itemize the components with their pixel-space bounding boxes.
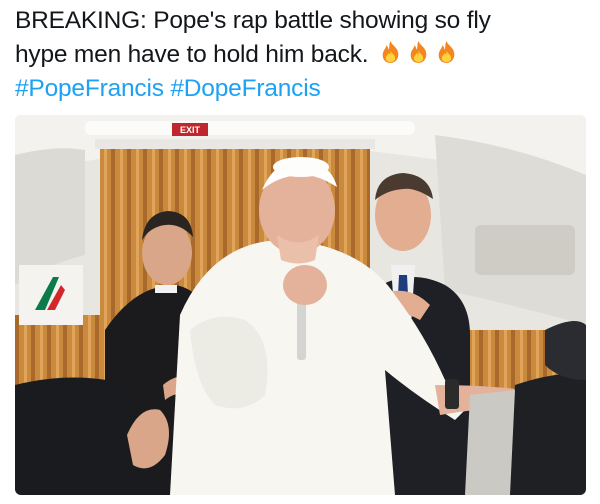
seat-right	[505, 373, 586, 495]
ceiling-light	[85, 121, 415, 135]
fire-icon	[438, 41, 455, 63]
fire-icon	[382, 41, 399, 63]
photo-scene: EXIT	[15, 115, 586, 495]
hashtag-dopefrancis-link[interactable]: #DopeFrancis	[170, 75, 320, 102]
exit-sign-label: EXIT	[180, 125, 201, 135]
tweet-line-2: hype men have to hold him back.	[15, 38, 590, 72]
tweet-text: BREAKING: Pope's rap battle showing so f…	[15, 4, 590, 106]
right-panel	[475, 225, 575, 275]
hashtag-popefrancis-link[interactable]: #PopeFrancis	[15, 75, 164, 102]
fire-icon	[410, 41, 427, 63]
fire-emoji-group	[375, 41, 459, 68]
wall-panel-right	[465, 390, 515, 495]
curtain-rail	[95, 139, 375, 149]
tweet-line-2-text: hype men have to hold him back.	[15, 41, 369, 68]
tweet-photo[interactable]: EXIT	[15, 115, 586, 495]
tweet-line-3: #PopeFrancis #DopeFrancis	[15, 72, 590, 106]
tweet-line-1: BREAKING: Pope's rap battle showing so f…	[15, 7, 491, 34]
